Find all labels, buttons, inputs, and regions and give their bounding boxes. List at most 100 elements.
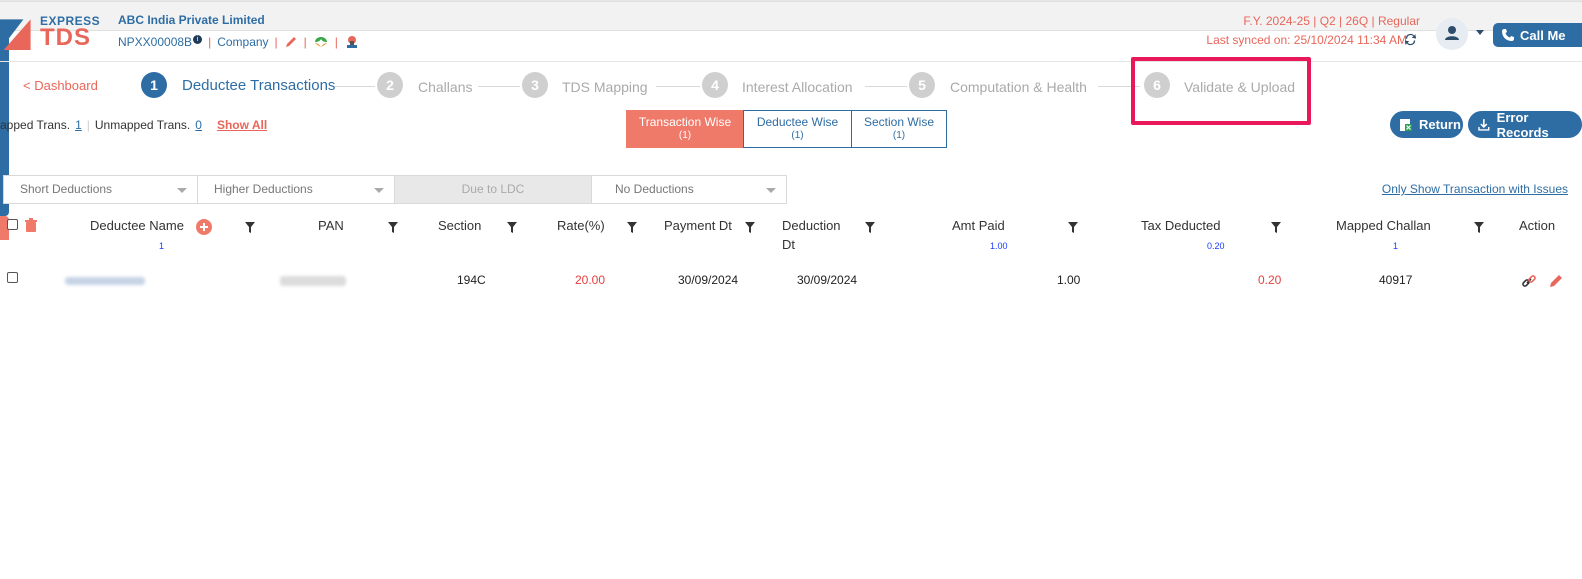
deductee-count: 1 [159,241,165,251]
filter-funnel-icon[interactable] [865,222,875,233]
last-synced: Last synced on: 25/10/2024 11:34 AM [1206,33,1407,47]
app-header: EXPRESS TDS ABC India Private Limited NP… [0,6,1582,62]
chevron-down-icon [177,188,187,193]
separator: | [86,118,90,132]
column-header-action: Action [1519,218,1556,233]
mapped-label: apped Trans. [0,118,71,132]
dashboard-back-link[interactable]: < Dashboard [23,78,98,93]
filter-funnel-icon[interactable] [745,222,755,233]
tab-deductee-transactions[interactable]: Deductee Transactions [182,77,335,94]
deductee-name-redacted[interactable] [65,277,145,285]
short-deductions-dropdown[interactable]: Short Deductions [3,175,198,204]
add-deductee-icon[interactable] [196,219,212,235]
higher-deductions-dropdown[interactable]: Higher Deductions [197,175,395,204]
tab-label: Deductee Wise [756,115,839,129]
company-meta: NPXX00008B i | Company | | | [118,34,360,50]
tab-label: Transaction Wise [638,115,732,129]
dropdown-label: Short Deductions [20,182,113,196]
info-icon[interactable]: i [193,35,203,44]
column-header-deductee-name: Deductee Name [90,218,184,233]
user-avatar[interactable] [1436,18,1468,50]
company-id: NPXX00008B i [118,35,203,49]
cell-rate: 20.00 [575,273,606,287]
show-all-link[interactable]: Show All [217,118,267,132]
dropdown-label: No Deductions [615,182,694,196]
leaf-logo-icon[interactable] [313,35,329,49]
only-issues-link[interactable]: Only Show Transaction with Issues [1382,182,1568,196]
tab-label: Section Wise [863,115,935,129]
due-to-ldc-filter[interactable]: Due to LDC [394,175,592,204]
step-3-number: 3 [522,72,548,98]
step-1-number: 1 [141,72,167,98]
step-connector [335,86,375,87]
unmapped-count-link[interactable]: 0 [195,118,202,132]
cell-mapped-challan: 40917 [1379,273,1413,287]
trash-icon[interactable] [24,218,38,233]
excel-return-icon [1400,118,1412,131]
call-me-label: Call Me [1520,27,1566,43]
error-records-button[interactable]: Error Records [1468,109,1582,140]
step-5-number: 5 [909,72,935,98]
cell-payment-dt: 30/09/2024 [678,273,739,287]
mapped-challan-count: 1 [1393,241,1399,251]
filter-funnel-icon[interactable] [1068,222,1078,233]
no-deductions-dropdown[interactable]: No Deductions [591,175,787,204]
return-button[interactable]: Return [1390,111,1463,138]
dropdown-label: Due to LDC [461,182,525,196]
amt-paid-total: 1.00 [990,241,1008,251]
cell-section: 194C [457,273,486,287]
step-connector [478,86,520,87]
cell-tax-deducted: 0.20 [1258,273,1282,287]
separator: | [303,35,307,49]
tab-tds-mapping[interactable]: TDS Mapping [562,79,648,95]
column-header-pan: PAN [318,218,344,233]
user-icon [1445,26,1459,40]
govt-emblem-icon[interactable] [344,34,360,50]
cell-amt-paid: 1.00 [1057,273,1081,287]
column-header-deduction-dt: Deduction [782,218,841,233]
column-header-deduction-dt-line2: Dt [782,237,795,252]
tab-transaction-wise[interactable]: Transaction Wise (1) [626,110,744,148]
column-header-tax-deducted: Tax Deducted [1141,218,1221,233]
tab-challans[interactable]: Challans [418,79,472,95]
step-4-number: 4 [702,72,728,98]
dropdown-label: Higher Deductions [214,182,313,196]
step-2-number: 2 [377,72,403,98]
filter-funnel-icon[interactable] [1271,222,1281,233]
chevron-down-icon [374,188,384,193]
cell-deduction-dt: 30/09/2024 [797,273,858,287]
highlight-annotation-box [1131,57,1311,125]
filter-funnel-icon[interactable] [627,222,637,233]
phone-icon [1502,29,1514,41]
user-menu-caret-icon[interactable] [1476,30,1484,35]
edit-pencil-icon[interactable] [1548,273,1564,289]
link-chain-icon[interactable] [1521,273,1537,289]
filter-funnel-icon[interactable] [388,222,398,233]
unmapped-label: Unmapped Trans. [94,118,191,132]
separator: | [274,35,278,49]
step-connector [865,86,907,87]
column-header-amt-paid: Amt Paid [952,218,1005,233]
tab-section-wise[interactable]: Section Wise (1) [851,110,947,148]
error-records-label: Error Records [1496,109,1549,140]
period-info: F.Y. 2024-25 | Q2 | 26Q | Regular [1243,14,1420,28]
separator: | [208,35,212,49]
filter-funnel-icon[interactable] [507,222,517,233]
tab-count: (1) [892,130,906,141]
filter-funnel-icon[interactable] [1474,222,1484,233]
column-header-section: Section [438,218,482,233]
mapped-count-link[interactable]: 1 [75,118,82,132]
sync-refresh-icon[interactable] [1403,32,1418,47]
tax-deducted-total: 0.20 [1207,241,1225,251]
tab-deductee-wise[interactable]: Deductee Wise (1) [743,110,852,148]
tab-computation-health[interactable]: Computation & Health [950,79,1087,95]
pan-redacted [280,276,346,286]
tab-interest-allocation[interactable]: Interest Allocation [742,79,853,95]
select-all-checkbox[interactable] [7,219,18,230]
edit-pencil-icon[interactable] [284,35,298,49]
call-me-button[interactable]: Call Me [1493,23,1582,47]
column-header-rate: Rate(%) [557,218,605,233]
tab-count: (1) [791,130,804,141]
filter-funnel-icon[interactable] [245,222,255,233]
row-checkbox[interactable] [7,272,18,283]
